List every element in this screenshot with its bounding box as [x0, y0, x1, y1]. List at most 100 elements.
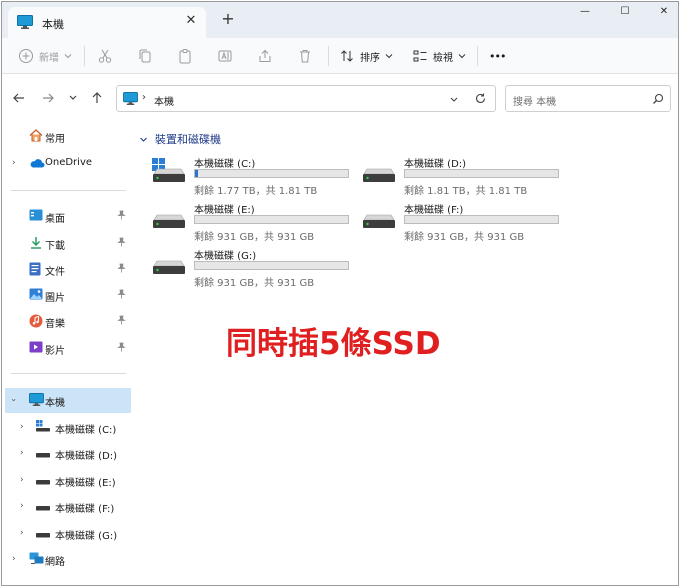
- rename-icon: [218, 50, 232, 62]
- scissors-icon: [98, 49, 112, 63]
- expand-chevron-icon[interactable]: ›: [12, 554, 16, 564]
- sidebar-item-drive-f[interactable]: › 本機磁碟 (F:): [5, 494, 131, 518]
- drive-tile-d[interactable]: 本機磁碟 (D:) 剩餘 1.81 TB，共 1.81 TB: [361, 154, 561, 198]
- breadcrumb-separator: ›: [142, 92, 146, 103]
- sidebar-item-drive-d[interactable]: › 本機磁碟 (D:): [5, 441, 131, 465]
- address-history-button[interactable]: [448, 93, 460, 108]
- share-button[interactable]: [257, 46, 273, 66]
- drive-tile-c[interactable]: 本機磁碟 (C:) 剩餘 1.77 TB，共 1.81 TB: [151, 154, 351, 198]
- rename-button[interactable]: [217, 46, 233, 66]
- command-bar: 新增 排序 檢視 •••: [2, 38, 678, 74]
- expand-chevron-icon[interactable]: ›: [20, 528, 24, 538]
- address-bar[interactable]: › 本機: [116, 85, 496, 112]
- pin-icon[interactable]: [117, 342, 126, 355]
- sidebar-item-home[interactable]: 常用: [5, 124, 131, 148]
- sidebar-item-pictures[interactable]: 圖片: [5, 283, 131, 307]
- drive-tile-f[interactable]: 本機磁碟 (F:) 剩餘 931 GB，共 931 GB: [361, 200, 561, 244]
- maximize-button[interactable]: ☐: [613, 6, 637, 22]
- chevron-down-icon: [450, 97, 458, 102]
- sidebar-item-label: 桌面: [45, 214, 65, 225]
- drive-name: 本機磁碟 (D:): [404, 159, 467, 170]
- search-box[interactable]: 搜尋 本機: [505, 85, 671, 112]
- documents-icon: [29, 262, 41, 279]
- expand-chevron-icon[interactable]: ›: [20, 422, 24, 432]
- pin-icon[interactable]: [117, 289, 126, 302]
- videos-icon: [29, 341, 43, 356]
- drive-space-info: 剩餘 931 GB，共 931 GB: [194, 278, 315, 289]
- search-input[interactable]: 搜尋 本機: [513, 93, 556, 108]
- sidebar-item-label: 常用: [45, 134, 65, 145]
- drive-icon: [36, 530, 50, 541]
- expand-chevron-icon[interactable]: ›: [20, 475, 24, 485]
- monitor-icon: [29, 393, 44, 409]
- sidebar-item-music[interactable]: 音樂: [5, 309, 131, 333]
- new-tab-button[interactable]: +: [219, 10, 237, 28]
- sidebar-item-drive-g[interactable]: › 本機磁碟 (G:): [5, 521, 131, 545]
- minimize-button[interactable]: —: [573, 6, 597, 22]
- copy-icon: [139, 49, 151, 63]
- up-button[interactable]: [90, 91, 106, 107]
- expand-chevron-icon[interactable]: ›: [20, 448, 24, 458]
- tab-this-pc[interactable]: 本機 ✕: [8, 7, 206, 38]
- sidebar-item-label: 本機磁碟 (C:): [55, 425, 117, 436]
- drive-icon: [36, 503, 50, 514]
- new-button[interactable]: 新增: [18, 46, 72, 66]
- sidebar-divider: [11, 373, 126, 374]
- expand-chevron-icon[interactable]: ›: [20, 501, 24, 511]
- collapse-chevron-icon[interactable]: ›: [8, 398, 18, 402]
- pin-icon[interactable]: [117, 210, 126, 223]
- breadcrumb-this-pc[interactable]: 本機: [154, 93, 174, 108]
- sort-icon: [341, 50, 353, 62]
- refresh-button[interactable]: [474, 92, 487, 108]
- arrow-left-icon: [13, 93, 24, 103]
- music-icon: [29, 314, 43, 331]
- drive-space-info: 剩餘 931 GB，共 931 GB: [404, 232, 525, 243]
- sidebar-item-this-pc[interactable]: › 本機: [5, 388, 131, 413]
- sidebar-item-drive-e[interactable]: › 本機磁碟 (E:): [5, 468, 131, 492]
- sidebar-item-onedrive[interactable]: › OneDrive: [5, 151, 131, 175]
- paste-button[interactable]: [177, 46, 193, 66]
- sidebar-item-label: 本機磁碟 (F:): [55, 504, 115, 515]
- hard-drive-icon: [151, 250, 187, 285]
- pin-icon[interactable]: [117, 237, 126, 250]
- hard-drive-icon: [151, 204, 187, 239]
- recent-locations-button[interactable]: [67, 91, 83, 107]
- delete-button[interactable]: [297, 46, 313, 66]
- plus-circle-icon: [19, 49, 33, 63]
- drive-tile-e[interactable]: 本機磁碟 (E:) 剩餘 931 GB，共 931 GB: [151, 200, 351, 244]
- drive-name: 本機磁碟 (E:): [194, 205, 255, 216]
- monitor-icon: [123, 92, 138, 108]
- group-header-devices[interactable]: 裝置和磁碟機: [139, 131, 221, 147]
- search-icon: [652, 93, 664, 108]
- cut-button[interactable]: [97, 46, 113, 66]
- drive-tile-g[interactable]: 本機磁碟 (G:) 剩餘 931 GB，共 931 GB: [151, 246, 351, 290]
- navigation-pane: 常用 › OneDrive 桌面 下載 文件 圖片 音樂 影片 › 本機 › 本…: [2, 120, 132, 585]
- sidebar-item-desktop[interactable]: 桌面: [5, 204, 131, 228]
- more-options-button[interactable]: •••: [489, 46, 506, 66]
- pin-icon[interactable]: [117, 263, 126, 276]
- back-button[interactable]: [12, 91, 28, 107]
- sidebar-item-documents[interactable]: 文件: [5, 257, 131, 281]
- drive-name: 本機磁碟 (C:): [194, 159, 256, 170]
- sidebar-item-downloads[interactable]: 下載: [5, 231, 131, 255]
- sort-button-label: 排序: [360, 52, 380, 64]
- sidebar-item-label: 文件: [45, 267, 65, 278]
- share-icon: [259, 49, 271, 62]
- sidebar-item-drive-c[interactable]: › 本機磁碟 (C:): [5, 415, 131, 439]
- toolbar-separator: [328, 46, 329, 66]
- windows-drive-icon: [36, 420, 50, 435]
- copy-button[interactable]: [137, 46, 153, 66]
- view-button[interactable]: 檢視: [412, 46, 466, 66]
- clipboard-icon: [179, 49, 191, 64]
- tab-close-button[interactable]: ✕: [183, 13, 199, 29]
- sort-button[interactable]: 排序: [339, 46, 393, 66]
- hard-drive-icon: [361, 158, 397, 193]
- pin-icon[interactable]: [117, 315, 126, 328]
- close-window-button[interactable]: ✕: [652, 6, 676, 22]
- drive-usage-bar: [404, 169, 559, 178]
- forward-button[interactable]: [41, 91, 57, 107]
- sidebar-item-videos[interactable]: 影片: [5, 336, 131, 360]
- expand-chevron-icon[interactable]: ›: [12, 158, 16, 168]
- title-bar: 本機 ✕ + — ☐ ✕: [2, 2, 678, 38]
- sidebar-item-network[interactable]: › 網路: [5, 547, 131, 571]
